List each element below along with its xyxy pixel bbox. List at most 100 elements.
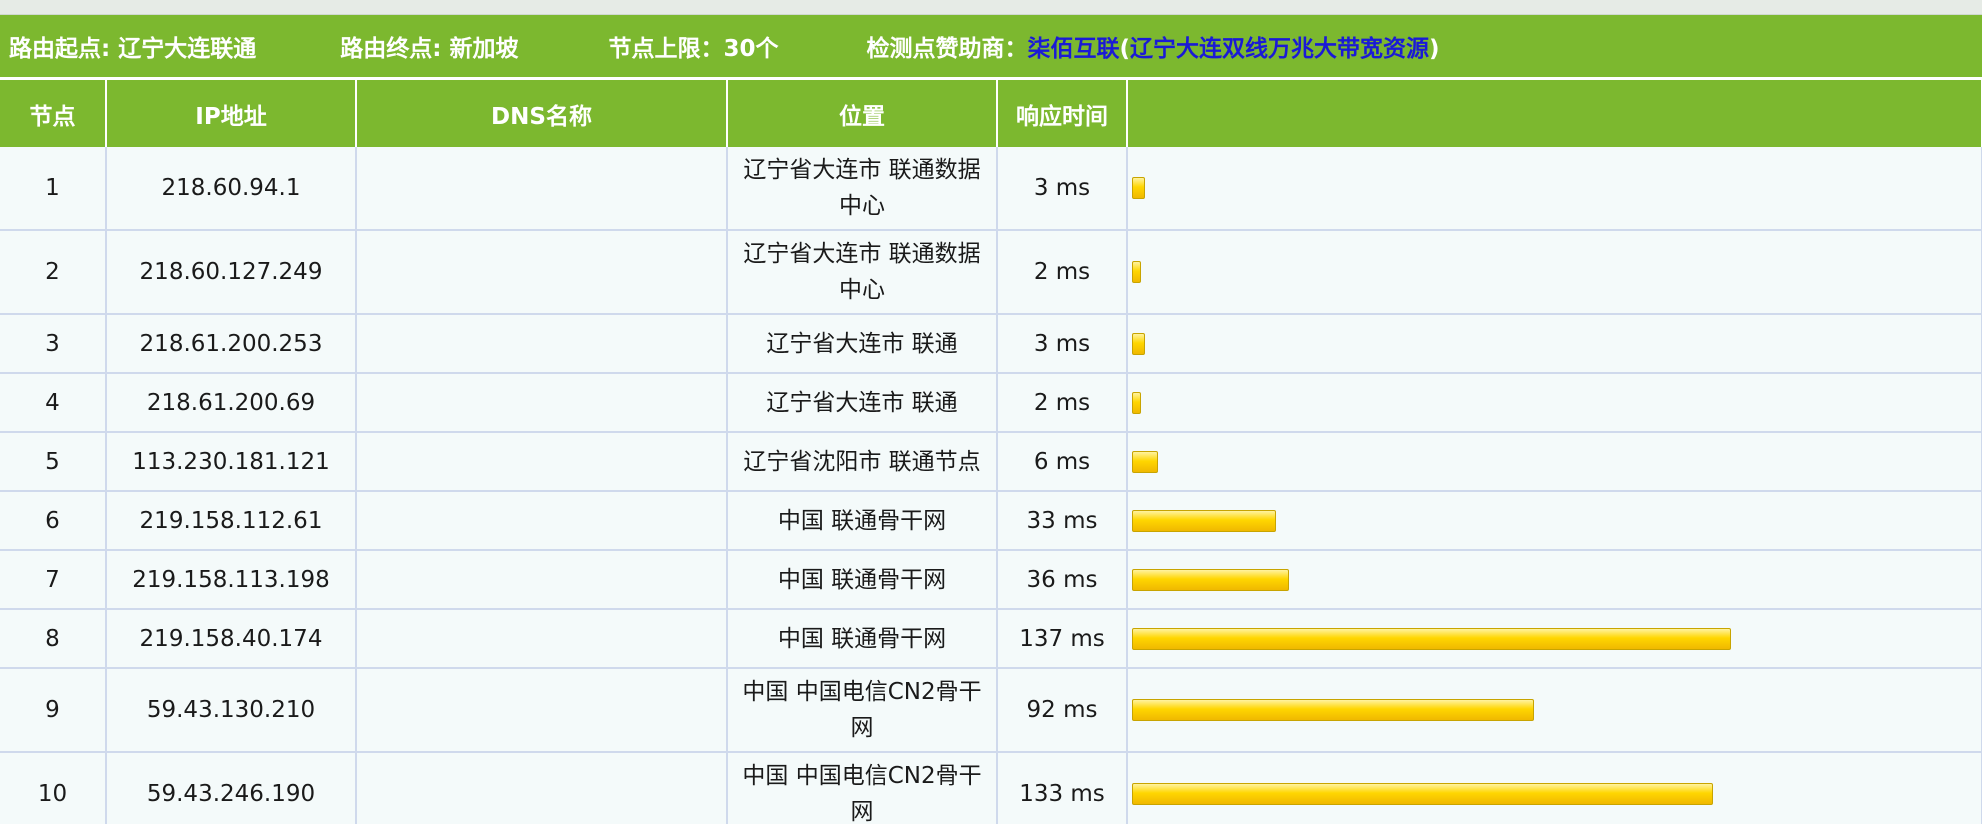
cell-bar [1127,609,1982,669]
cell-ip: 59.43.246.190 [106,752,357,824]
cell-bar [1127,432,1982,492]
cell-node: 5 [0,432,107,492]
route-start: 路由起点: 辽宁大连联通 [9,29,256,63]
traceroute-page: 路由起点: 辽宁大连联通 路由终点: 新加坡 节点上限：30个 检测点赞助商：柒… [0,0,1982,824]
cell-dns [356,432,728,492]
response-time-bar [1132,332,1145,355]
sponsor-label: 检测点赞助商： [866,36,1028,62]
node-limit: 节点上限：30个 [608,29,778,63]
cell-dns [356,230,728,315]
sponsor: 检测点赞助商：柒佰互联(辽宁大连双线万兆大带宽资源) [866,29,1439,63]
cell-bar [1127,550,1982,610]
cell-dns [356,609,728,669]
cell-response-time: 2 ms [997,373,1128,433]
cell-dns [356,147,728,231]
route-end-label: 路由终点: [340,36,442,62]
response-time-bar [1132,509,1276,532]
cell-response-time: 3 ms [997,314,1128,374]
table-row: 2 218.60.127.249 辽宁省大连市 联通数据中心 2 ms [0,230,1982,315]
response-time-bar [1132,391,1141,414]
cell-response-time: 33 ms [997,491,1128,551]
table-row: 10 59.43.246.190 中国 中国电信CN2骨干网 133 ms [0,752,1982,824]
cell-dns [356,668,728,753]
header-location: 位置 [727,80,998,147]
response-time-bar [1132,627,1731,650]
table-row: 6 219.158.112.61 中国 联通骨干网 33 ms [0,491,1982,551]
response-time-bar [1132,261,1141,283]
cell-ip: 218.60.94.1 [106,147,357,231]
table-row: 7 219.158.113.198 中国 联通骨干网 36 ms [0,550,1982,610]
cell-node: 9 [0,668,107,753]
cell-location: 辽宁省沈阳市 联通节点 [727,432,998,492]
cell-location: 中国 联通骨干网 [727,550,998,610]
cell-location: 中国 联通骨干网 [727,491,998,551]
header-ip: IP地址 [106,80,357,147]
cell-location: 中国 联通骨干网 [727,609,998,669]
cell-bar [1127,491,1982,551]
cell-ip: 218.61.200.69 [106,373,357,433]
cell-dns [356,373,728,433]
sponsor-detail-link[interactable]: 辽宁大连双线万兆大带宽资源 [1130,36,1429,62]
route-start-label: 路由起点: [9,36,111,62]
route-start-value: 辽宁大连联通 [118,36,257,62]
cell-location: 辽宁省大连市 联通数据中心 [727,147,998,231]
cell-ip: 219.158.40.174 [106,609,357,669]
cell-location: 辽宁省大连市 联通 [727,373,998,433]
table-row: 8 219.158.40.174 中国 联通骨干网 137 ms [0,609,1982,669]
table-header-row: 节点 IP地址 DNS名称 位置 响应时间 [0,80,1982,147]
sponsor-close-paren: ) [1428,36,1440,62]
sponsor-name-link[interactable]: 柒佰互联 [1027,36,1119,62]
cell-bar [1127,373,1982,433]
response-time-bar [1132,699,1534,721]
cell-bar [1127,314,1982,374]
response-time-bar [1132,177,1145,199]
response-time-bar [1132,783,1713,805]
cell-ip: 218.61.200.253 [106,314,357,374]
route-end-value: 新加坡 [449,36,519,62]
cell-dns [356,491,728,551]
cell-bar [1127,668,1982,753]
top-strip [0,0,1982,15]
node-limit-value: 30个 [723,36,779,62]
table-row: 3 218.61.200.253 辽宁省大连市 联通 3 ms [0,314,1982,374]
cell-node: 7 [0,550,107,610]
cell-ip: 219.158.112.61 [106,491,357,551]
cell-node: 1 [0,147,107,231]
cell-response-time: 92 ms [997,668,1128,753]
cell-ip: 113.230.181.121 [106,432,357,492]
route-info-bar: 路由起点: 辽宁大连联通 路由终点: 新加坡 节点上限：30个 检测点赞助商：柒… [0,15,1982,77]
route-end: 路由终点: 新加坡 [340,29,518,63]
response-time-bar [1132,568,1289,591]
header-node: 节点 [0,80,107,147]
cell-response-time: 6 ms [997,432,1128,492]
cell-ip: 218.60.127.249 [106,230,357,315]
cell-ip: 59.43.130.210 [106,668,357,753]
cell-node: 8 [0,609,107,669]
cell-response-time: 133 ms [997,752,1128,824]
cell-dns [356,752,728,824]
cell-response-time: 137 ms [997,609,1128,669]
cell-response-time: 3 ms [997,147,1128,231]
cell-response-time: 36 ms [997,550,1128,610]
cell-bar [1127,147,1982,231]
cell-location: 辽宁省大连市 联通 [727,314,998,374]
cell-location: 中国 中国电信CN2骨干网 [727,752,998,824]
trace-table-body: 1 218.60.94.1 辽宁省大连市 联通数据中心 3 ms 2 218.6… [0,147,1982,824]
cell-node: 10 [0,752,107,824]
header-response-time: 响应时间 [997,80,1128,147]
table-row: 5 113.230.181.121 辽宁省沈阳市 联通节点 6 ms [0,432,1982,492]
table-row: 1 218.60.94.1 辽宁省大连市 联通数据中心 3 ms [0,147,1982,231]
cell-node: 3 [0,314,107,374]
node-limit-label: 节点上限： [608,36,724,62]
cell-location: 辽宁省大连市 联通数据中心 [727,230,998,315]
cell-location: 中国 中国电信CN2骨干网 [727,668,998,753]
cell-node: 2 [0,230,107,315]
header-dns: DNS名称 [356,80,728,147]
cell-dns [356,314,728,374]
cell-node: 6 [0,491,107,551]
cell-dns [356,550,728,610]
cell-node: 4 [0,373,107,433]
response-time-bar [1132,450,1158,473]
trace-table: 节点 IP地址 DNS名称 位置 响应时间 1 218.60.94.1 辽宁省大… [0,80,1982,824]
cell-bar [1127,230,1982,315]
